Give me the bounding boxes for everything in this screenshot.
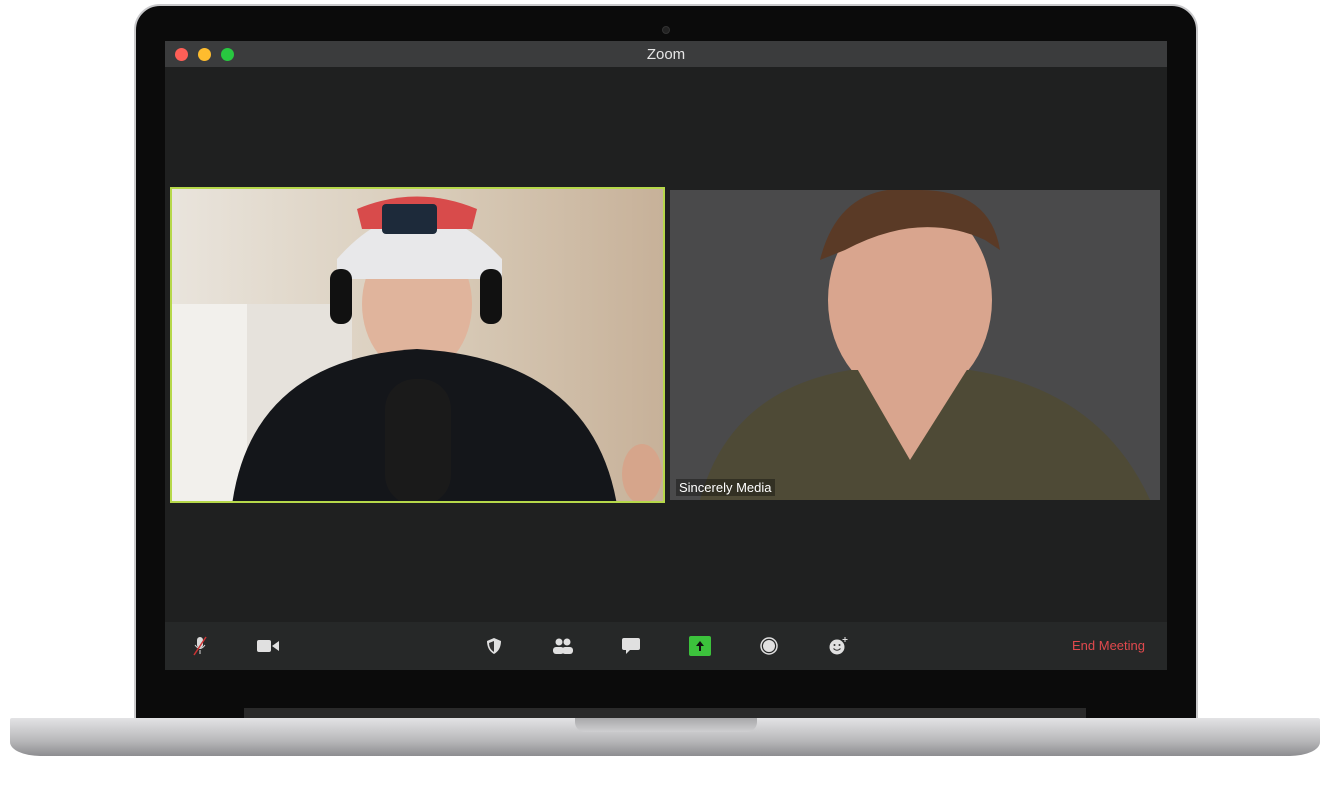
window-title: Zoom — [646, 45, 686, 63]
record-icon[interactable] — [758, 636, 780, 656]
laptop-hinge — [244, 708, 1086, 718]
share-screen-icon[interactable] — [689, 636, 711, 656]
meeting-toolbar: End Meeting — [165, 622, 1167, 670]
end-meeting-button[interactable]: End Meeting — [1072, 638, 1145, 653]
mute-microphone-icon[interactable] — [189, 636, 211, 656]
laptop-notch — [575, 718, 757, 732]
participant-video[interactable]: Sincerely Media — [670, 190, 1160, 500]
participants-icon[interactable] — [552, 636, 574, 656]
title-bar: Zoom — [165, 41, 1167, 67]
minimize-button[interactable] — [198, 48, 211, 61]
video-camera-icon[interactable] — [257, 636, 279, 656]
close-button[interactable] — [175, 48, 188, 61]
reactions-icon[interactable] — [827, 636, 849, 656]
participant-image — [700, 190, 1150, 500]
participant-video-active-speaker[interactable] — [170, 187, 665, 503]
chat-icon[interactable] — [620, 636, 642, 656]
security-shield-icon[interactable] — [483, 636, 505, 656]
participant-image — [172, 196, 662, 501]
webcam — [662, 26, 670, 34]
maximize-button[interactable] — [221, 48, 234, 61]
participant-name-label: Sincerely Media — [676, 479, 775, 496]
zoom-window: Zoom Sincerely Media End Meeting — [165, 41, 1167, 670]
